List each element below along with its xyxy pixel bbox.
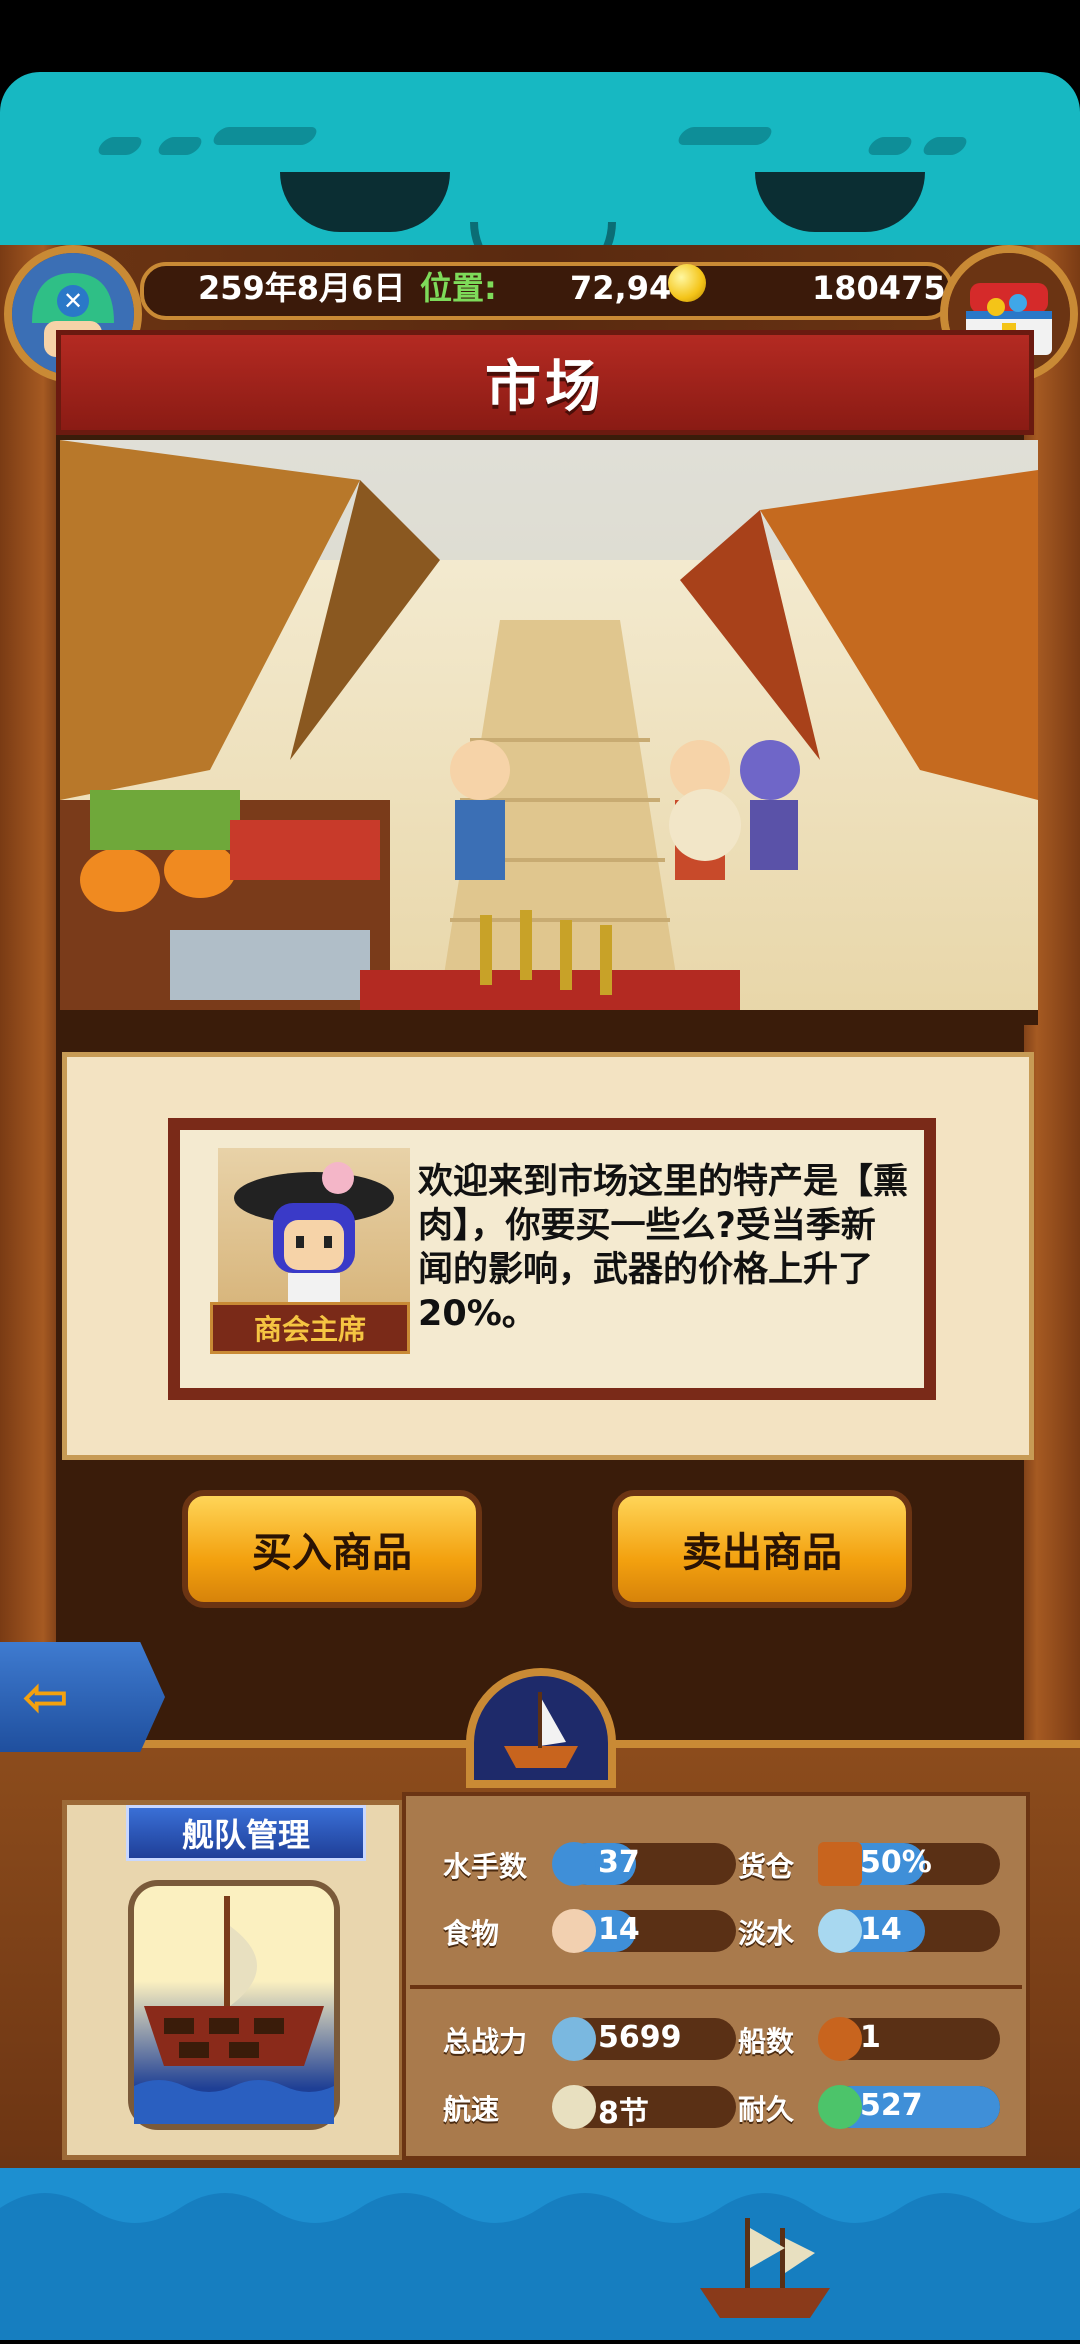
page-title: 市场 <box>485 355 605 420</box>
gold-coin-icon <box>668 264 706 302</box>
market-scene-image <box>60 440 1038 1025</box>
sail-icon <box>552 2085 596 2129</box>
back-arrow-icon: ⇦ <box>22 1665 69 1730</box>
cargo-crate-icon <box>818 1842 862 1886</box>
stats-divider <box>410 1985 1022 1989</box>
water-label: 淡水 <box>738 1917 795 1950</box>
combat-power-label: 总战力 <box>443 2025 528 2058</box>
ship-emblem-icon <box>466 1668 616 1788</box>
sea-footer <box>0 2168 1080 2340</box>
sailors-label: 水手数 <box>443 1850 528 1883</box>
water-value: 14 <box>860 1912 902 1947</box>
cargo-label: 货仓 <box>738 1850 795 1883</box>
sailor-icon <box>552 1842 596 1886</box>
repair-icon <box>818 2085 862 2129</box>
cargo-value: 50% <box>860 1845 932 1880</box>
sell-goods-button[interactable]: 卖出商品 <box>612 1490 912 1608</box>
top-mascot-banner <box>0 72 1080 290</box>
buy-goods-button[interactable]: 买入商品 <box>182 1490 482 1608</box>
merchant-portrait <box>218 1148 410 1313</box>
gold-amount: 180475 <box>812 269 946 307</box>
title-banner: 市场 <box>56 330 1034 435</box>
left-eye-decoration <box>280 172 450 232</box>
speed-label: 航速 <box>443 2093 500 2126</box>
durability-value: 527 <box>860 2088 923 2123</box>
fleet-management-button[interactable]: 舰队管理 <box>126 1805 366 1861</box>
svg-text:✕: ✕ <box>63 287 83 315</box>
location-label: 位置: <box>420 269 497 307</box>
ship-count-value: 1 <box>860 2020 881 2055</box>
ship-cutaway-image[interactable] <box>128 1880 340 2130</box>
speed-value: 8节 <box>598 2096 649 2131</box>
meat-icon <box>552 1909 596 1953</box>
back-button[interactable]: ⇦ <box>0 1642 165 1752</box>
ship-icon <box>818 2017 862 2061</box>
speaker-title-badge: 商会主席 <box>210 1302 410 1354</box>
food-label: 食物 <box>443 1917 500 1950</box>
combat-power-value: 5699 <box>598 2020 682 2055</box>
right-eye-decoration <box>755 172 925 232</box>
location-coordinates: 72,94 <box>570 269 672 307</box>
crossed-swords-icon <box>552 2017 596 2061</box>
sailors-value: 37 <box>598 1845 640 1880</box>
ship-count-label: 船数 <box>738 2025 795 2058</box>
dialog-message: 欢迎来到市场这里的特产是【熏肉】，你要买一些么?受当季新闻的影响，武器的价格上升… <box>418 1162 909 1334</box>
food-value: 14 <box>598 1912 640 1947</box>
durability-label: 耐久 <box>738 2093 795 2126</box>
water-jug-icon <box>818 1909 862 1953</box>
game-date: 259年8月6日 <box>198 269 406 307</box>
